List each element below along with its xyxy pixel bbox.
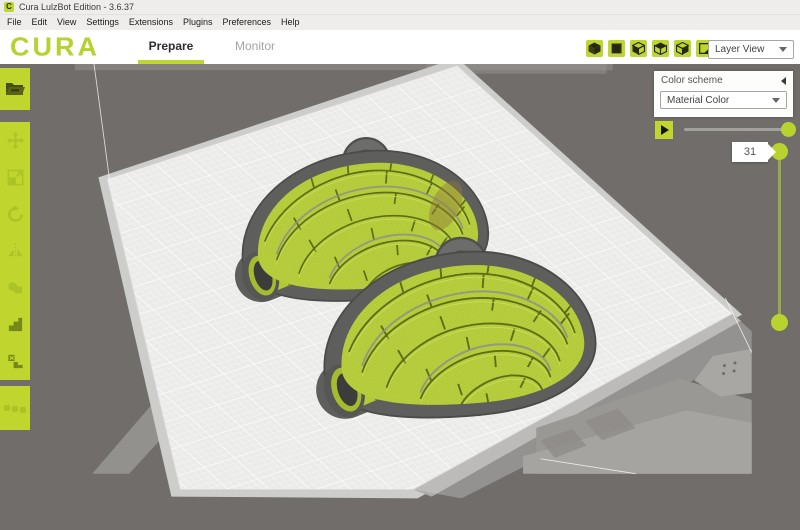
mesh-type-icon [8, 317, 22, 332]
path-slider-handle[interactable] [781, 122, 796, 137]
app-icon: C [4, 2, 14, 12]
camera-front-view-button[interactable] [608, 40, 625, 57]
menu-item-help[interactable]: Help [276, 15, 305, 30]
menu-item-edit[interactable]: Edit [27, 15, 53, 30]
camera-left-view-button[interactable] [630, 40, 647, 57]
color-scheme-dropdown[interactable]: Material Color [660, 91, 787, 109]
tab-prepare[interactable]: Prepare [138, 39, 204, 53]
header: CURA Prepare Monitor Layer View [0, 30, 800, 64]
cube-left-icon [632, 42, 645, 55]
collapse-arrow-icon[interactable] [781, 76, 786, 85]
camera-3d-view-button[interactable] [586, 40, 603, 57]
cube-front-icon [611, 43, 622, 54]
play-button[interactable] [655, 121, 673, 139]
layer-slider-bottom-handle[interactable] [771, 314, 788, 331]
menu-item-extensions[interactable]: Extensions [124, 15, 178, 30]
tab-monitor[interactable]: Monitor [222, 39, 288, 53]
menu-item-view[interactable]: View [52, 15, 81, 30]
menu-item-file[interactable]: File [2, 15, 27, 30]
chevron-down-icon [779, 47, 787, 52]
camera-preset-toolbar [586, 40, 713, 57]
rotate-tool-icon [7, 205, 23, 222]
play-icon [661, 125, 669, 135]
color-scheme-value: Material Color [667, 94, 730, 106]
cura-logo: CURA [10, 32, 100, 62]
viewport-3d[interactable]: Color scheme Material Color 31 [0, 64, 800, 530]
path-slider-track[interactable] [684, 128, 792, 131]
app-window: C Cura LulzBot Edition - 3.6.37 File Edi… [0, 0, 800, 530]
mesh-type-button[interactable] [4, 314, 26, 336]
move-tool-button[interactable] [4, 129, 26, 151]
support-blocker-icon [7, 354, 23, 369]
cube-top-icon [654, 42, 667, 55]
menu-item-plugins[interactable]: Plugins [178, 15, 218, 30]
camera-top-view-button[interactable] [652, 40, 669, 57]
menu-item-settings[interactable]: Settings [81, 15, 124, 30]
model-list-button[interactable] [0, 386, 30, 430]
camera-right-view-button[interactable] [674, 40, 691, 57]
menu-bar: File Edit View Settings Extensions Plugi… [0, 15, 800, 30]
mirror-tool-button[interactable] [4, 240, 26, 262]
tool-panel [0, 122, 30, 380]
scale-tool-icon [7, 169, 23, 186]
support-blocker-button[interactable] [4, 350, 26, 372]
scale-tool-button[interactable] [4, 166, 26, 188]
cube-right-icon [676, 42, 689, 55]
move-tool-icon [6, 131, 24, 149]
mirror-tool-icon [7, 243, 23, 259]
rotate-tool-button[interactable] [4, 203, 26, 225]
current-layer-tooltip: 31 [732, 142, 776, 162]
window-title: Cura LulzBot Edition - 3.6.37 [19, 2, 135, 12]
model-list-icon [3, 404, 27, 414]
cube-3d-icon [588, 42, 601, 55]
current-layer-value: 31 [743, 146, 757, 158]
open-file-button[interactable] [0, 68, 30, 110]
chevron-down-icon [772, 97, 780, 103]
per-model-settings-icon [7, 282, 22, 294]
layer-slider-track[interactable] [778, 152, 781, 318]
open-folder-icon [6, 83, 25, 95]
view-mode-dropdown[interactable]: Layer View [708, 40, 794, 59]
view-mode-value: Layer View [715, 44, 765, 55]
color-scheme-label: Color scheme [661, 75, 723, 86]
layer-view-panel: Color scheme Material Color [654, 71, 793, 117]
per-model-settings-button[interactable] [4, 277, 26, 299]
scene-canvas [48, 64, 753, 499]
menu-item-preferences[interactable]: Preferences [217, 15, 276, 30]
window-titlebar: C Cura LulzBot Edition - 3.6.37 [0, 0, 800, 15]
